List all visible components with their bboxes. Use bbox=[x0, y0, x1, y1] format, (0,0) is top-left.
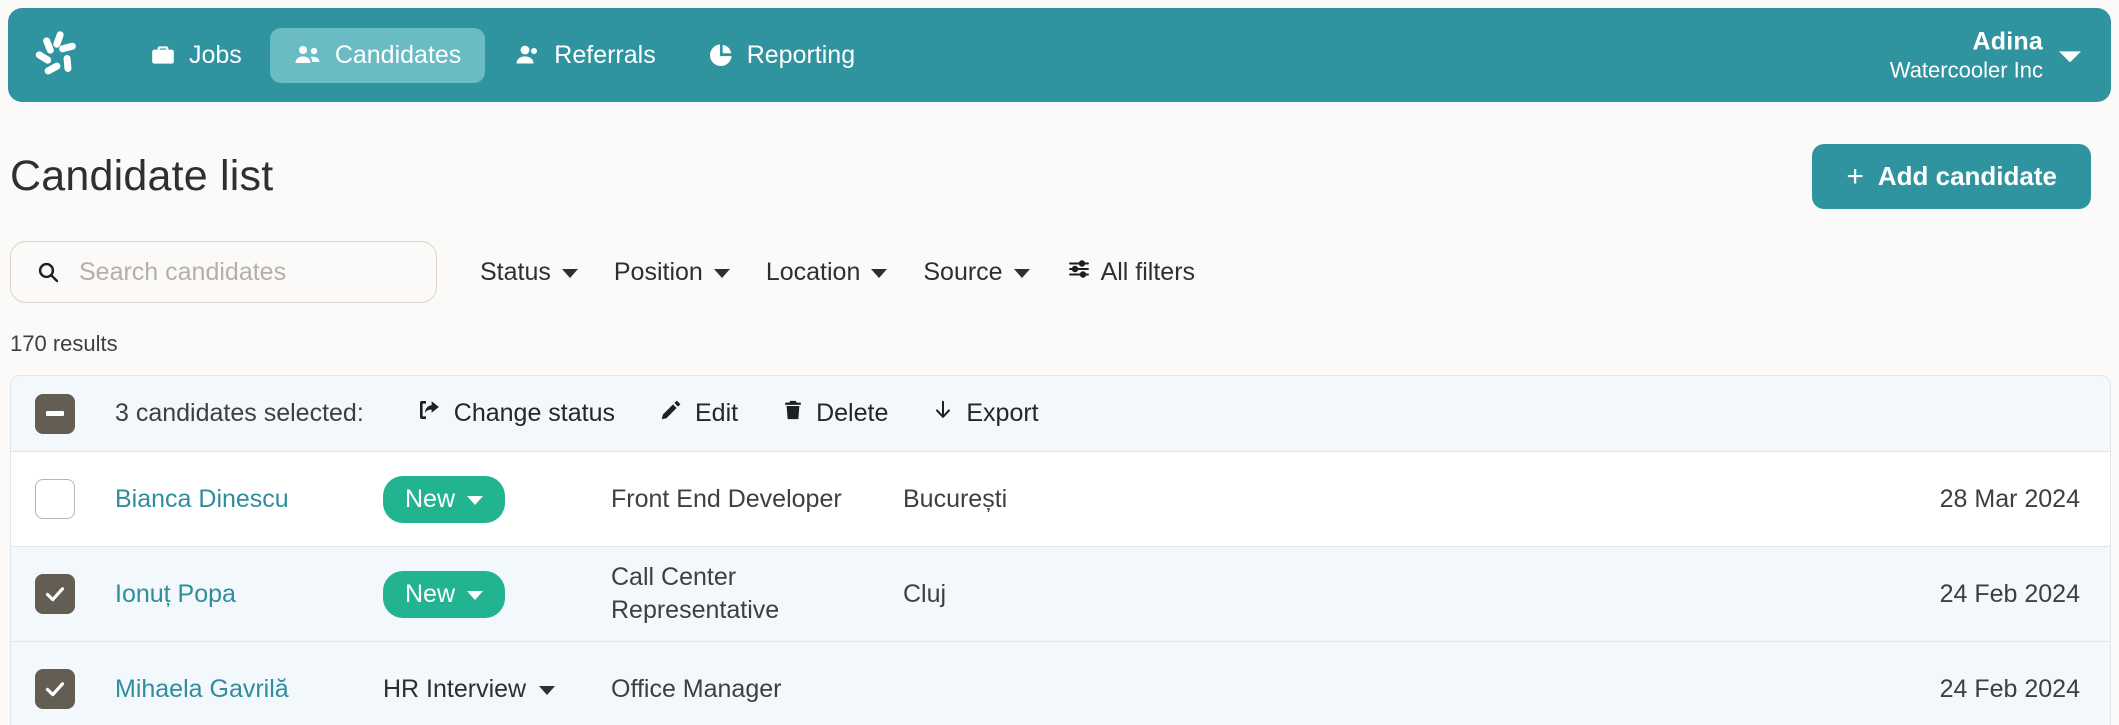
filter-position-label: Position bbox=[613, 257, 703, 286]
user-info: Adina Watercooler Inc bbox=[1890, 26, 2043, 83]
table-row[interactable]: Bianca Dinescu New Front End Developer B… bbox=[11, 452, 2110, 547]
candidate-location-cell: București bbox=[903, 484, 1008, 513]
minus-icon bbox=[46, 411, 64, 416]
candidate-name-cell: Ionuț Popa bbox=[115, 580, 383, 609]
status-label: HR Interview bbox=[383, 674, 527, 703]
share-arrow-icon bbox=[416, 398, 442, 429]
filter-bar: Status Position Location Source bbox=[0, 209, 2119, 303]
trash-icon bbox=[782, 398, 804, 429]
candidate-name-link[interactable]: Bianca Dinescu bbox=[115, 485, 289, 513]
filter-status-label: Status bbox=[480, 257, 551, 286]
change-status-label: Change status bbox=[453, 399, 615, 427]
person-icon bbox=[513, 42, 541, 68]
status-badge[interactable]: New bbox=[383, 570, 506, 618]
user-menu[interactable]: Adina Watercooler Inc bbox=[1890, 26, 2081, 83]
selection-count-label: 3 candidates selected: bbox=[115, 399, 364, 427]
delete-button[interactable]: Delete bbox=[782, 398, 888, 429]
results-count: 170 results bbox=[10, 331, 118, 356]
chevron-down-icon bbox=[539, 686, 556, 695]
briefcase-icon bbox=[150, 42, 176, 68]
check-icon bbox=[45, 682, 65, 697]
status-dropdown[interactable]: HR Interview bbox=[383, 674, 556, 704]
status-badge-label: New bbox=[405, 484, 456, 513]
filter-position[interactable]: Position bbox=[614, 258, 730, 287]
chevron-down-icon bbox=[561, 269, 578, 278]
row-checkbox[interactable] bbox=[35, 479, 75, 519]
bulk-actions: Change status Edit Delete Export bbox=[416, 398, 1039, 429]
export-label: Export bbox=[966, 399, 1039, 427]
user-organization: Watercooler Inc bbox=[1889, 56, 2043, 82]
add-candidate-button[interactable]: + Add candidate bbox=[1812, 144, 2091, 209]
candidate-position-cell: Call Center Representative bbox=[611, 563, 780, 624]
select-all-checkbox[interactable] bbox=[35, 393, 75, 434]
page-header: Candidate list + Add candidate bbox=[0, 102, 2119, 209]
change-status-button[interactable]: Change status bbox=[416, 398, 615, 429]
top-navigation-bar: Jobs Candidates Referrals Reporting Adin… bbox=[8, 8, 2111, 102]
nav-item-candidates[interactable]: Candidates bbox=[269, 27, 486, 83]
candidate-position-cell: Front End Developer bbox=[611, 484, 842, 513]
table-row[interactable]: Ionuț Popa New Call Center Representativ… bbox=[11, 547, 2110, 642]
candidate-location-cell: Cluj bbox=[903, 579, 947, 608]
nav-label-jobs: Jobs bbox=[189, 40, 242, 69]
download-arrow-icon bbox=[932, 398, 954, 429]
nav-item-jobs[interactable]: Jobs bbox=[126, 28, 266, 83]
chevron-down-icon bbox=[2059, 51, 2081, 63]
candidate-name-cell: Bianca Dinescu bbox=[115, 485, 383, 514]
check-icon bbox=[45, 587, 65, 602]
all-filters-button[interactable]: All filters bbox=[1066, 257, 1195, 288]
nav-item-referrals[interactable]: Referrals bbox=[489, 28, 679, 83]
main-nav: Jobs Candidates Referrals Reporting bbox=[126, 27, 879, 83]
candidate-date-cell: 24 Feb 2024 bbox=[1939, 674, 2080, 703]
pie-chart-icon bbox=[708, 42, 734, 68]
filter-source[interactable]: Source bbox=[923, 257, 1030, 287]
candidate-status-cell: New bbox=[383, 475, 611, 523]
nav-label-candidates: Candidates bbox=[334, 40, 462, 69]
candidate-position-cell: Office Manager bbox=[611, 674, 782, 703]
add-candidate-label: Add candidate bbox=[1877, 161, 2057, 191]
candidate-status-cell: New bbox=[383, 570, 611, 618]
export-button[interactable]: Export bbox=[932, 398, 1039, 429]
status-badge-label: New bbox=[405, 579, 456, 608]
nav-item-reporting[interactable]: Reporting bbox=[684, 28, 879, 83]
candidate-date-cell: 24 Feb 2024 bbox=[1939, 579, 2080, 608]
pencil-icon bbox=[659, 398, 683, 429]
filter-source-label: Source bbox=[923, 257, 1003, 286]
all-filters-label: All filters bbox=[1100, 257, 1196, 286]
people-group-icon bbox=[294, 42, 322, 68]
candidate-name-cell: Mihaela Gavrilă bbox=[115, 675, 383, 704]
candidate-status-cell: HR Interview bbox=[383, 675, 611, 704]
table-row[interactable]: Mihaela Gavrilă HR Interview Office Mana… bbox=[11, 642, 2110, 725]
chevron-down-icon bbox=[1013, 269, 1030, 278]
filter-status[interactable]: Status bbox=[480, 258, 578, 287]
filter-location[interactable]: Location bbox=[766, 258, 888, 287]
edit-button[interactable]: Edit bbox=[659, 398, 738, 429]
sliders-icon bbox=[1066, 257, 1092, 288]
chevron-down-icon bbox=[871, 269, 888, 278]
filter-dropdowns: Status Position Location Source All filt… bbox=[480, 257, 1195, 288]
plus-icon: + bbox=[1846, 159, 1864, 193]
candidate-name-link[interactable]: Ionuț Popa bbox=[115, 580, 236, 608]
chevron-down-icon bbox=[713, 269, 730, 278]
nav-label-referrals: Referrals bbox=[554, 40, 656, 69]
nav-label-reporting: Reporting bbox=[746, 40, 856, 69]
row-checkbox[interactable] bbox=[35, 574, 75, 614]
chevron-down-icon bbox=[467, 496, 484, 505]
status-badge[interactable]: New bbox=[383, 475, 506, 523]
chevron-down-icon bbox=[467, 591, 484, 600]
delete-label: Delete bbox=[816, 399, 889, 427]
filter-location-label: Location bbox=[765, 257, 861, 286]
user-name: Adina bbox=[1972, 27, 2043, 56]
candidates-table: 3 candidates selected: Change status Edi… bbox=[10, 375, 2111, 725]
candidate-name-link[interactable]: Mihaela Gavrilă bbox=[115, 675, 289, 703]
search-field-wrapper bbox=[10, 241, 437, 303]
page-title: Candidate list bbox=[10, 152, 274, 200]
bulk-action-bar: 3 candidates selected: Change status Edi… bbox=[11, 376, 2110, 452]
edit-label: Edit bbox=[695, 399, 739, 427]
pinwheel-logo[interactable] bbox=[30, 27, 86, 83]
candidate-date-cell: 28 Mar 2024 bbox=[1939, 484, 2080, 513]
row-checkbox[interactable] bbox=[35, 669, 75, 709]
search-input[interactable] bbox=[10, 241, 437, 303]
